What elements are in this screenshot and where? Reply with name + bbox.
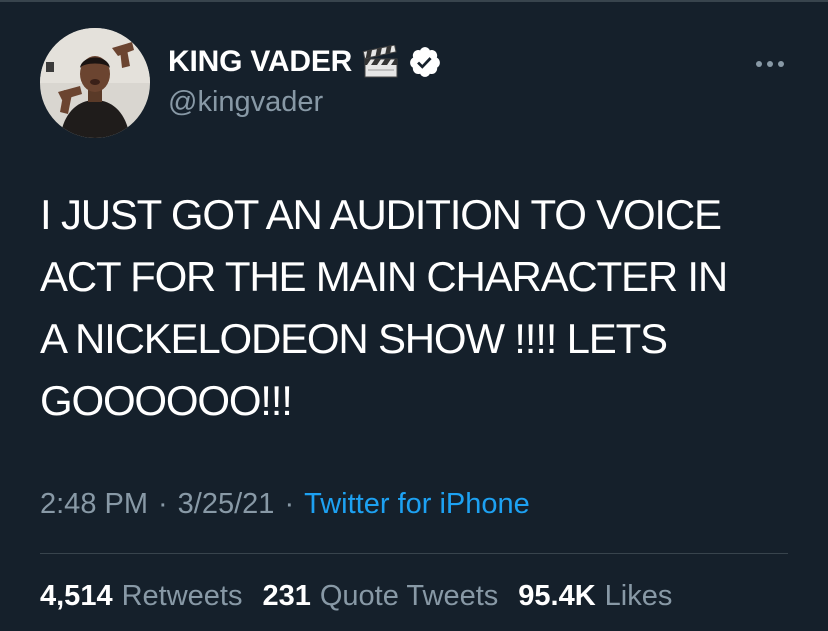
retweets-stat[interactable]: 4,514 Retweets (40, 580, 242, 613)
likes-stat[interactable]: 95.4K Likes (518, 580, 672, 613)
stats-divider (40, 553, 788, 554)
tweet-text: I JUST GOT AN AUDITION TO VOICE ACT FOR … (40, 191, 728, 424)
tweet-source-link[interactable]: Twitter for iPhone (304, 488, 530, 521)
clapper-board-icon (362, 45, 398, 78)
tweet-time[interactable]: 2:48 PM (40, 488, 148, 521)
retweets-label: Retweets (121, 580, 243, 612)
quote-tweets-label: Quote Tweets (319, 580, 499, 612)
author-name-row: KING VADER (168, 42, 442, 82)
avatar-image (40, 28, 150, 138)
quote-tweets-stat[interactable]: 231 Quote Tweets (262, 580, 498, 613)
likes-count: 95.4K (518, 580, 596, 612)
tweet-meta: 2:48 PM · 3/25/21 · Twitter for iPhone (40, 488, 530, 521)
tweet-stats: 4,514 Retweets 231 Quote Tweets 95.4K Li… (40, 580, 692, 613)
verified-badge-icon (410, 47, 440, 77)
quote-tweets-count: 231 (262, 580, 311, 612)
author-display-name[interactable]: KING VADER (168, 45, 352, 79)
top-divider (0, 0, 828, 2)
retweets-count: 4,514 (40, 580, 113, 612)
meta-separator: · (284, 488, 295, 520)
avatar[interactable] (40, 28, 150, 138)
meta-separator: · (158, 488, 168, 520)
tweet-date[interactable]: 3/25/21 (178, 488, 275, 521)
likes-label: Likes (604, 580, 673, 612)
author-handle[interactable]: @kingvader (168, 86, 323, 119)
more-options-icon[interactable] (752, 54, 788, 74)
